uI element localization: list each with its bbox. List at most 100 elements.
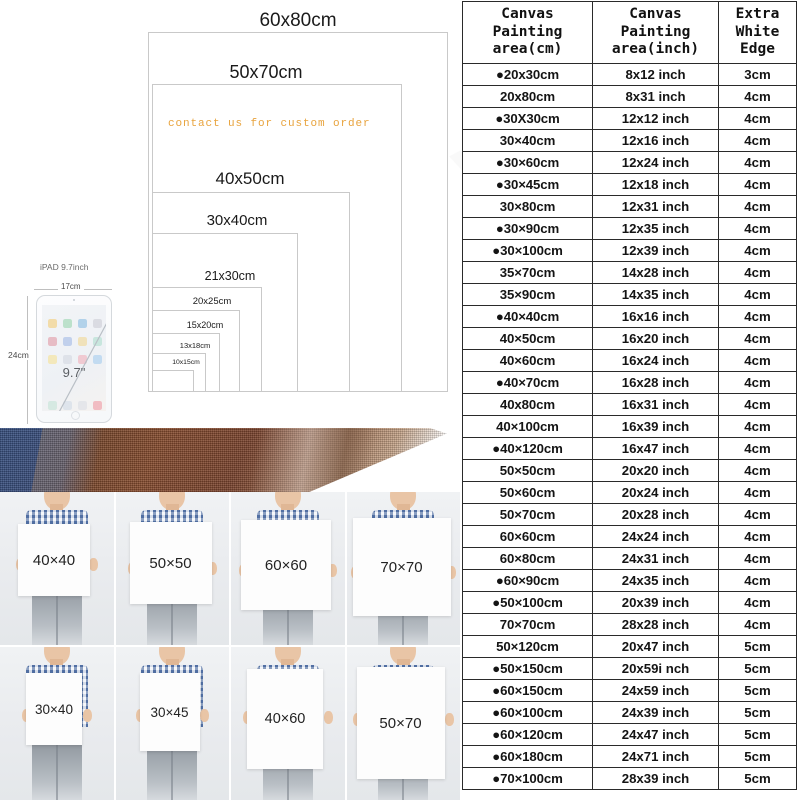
cell-size-inch: 24x35 inch	[592, 569, 719, 593]
canvas-texture-photo	[0, 428, 460, 496]
column-header-cm: Canvas Painting area(cm)	[462, 0, 593, 65]
cell-white-edge: 4cm	[718, 437, 797, 461]
cell-size-inch: 20x24 inch	[592, 481, 719, 505]
size-label-15x20: 15x20cm	[186, 320, 224, 330]
table-row[interactable]: 40×60cm 16x24 inch 4cm	[462, 349, 797, 373]
cell-size-inch: 20x47 inch	[592, 635, 719, 659]
photo-size-label: 40×60	[264, 711, 306, 727]
cell-white-edge: 4cm	[718, 349, 797, 373]
size-label-50x70: 50x70cm	[229, 62, 303, 82]
table-row[interactable]: ●30×100cm 12x39 inch 4cm	[462, 239, 797, 263]
cell-size-cm: 30×40cm	[462, 129, 593, 153]
table-row[interactable]: ●40×70cm 16x28 inch 4cm	[462, 371, 797, 395]
photo-size-label: 50×50	[149, 554, 192, 572]
column-header-edge: Extra White Edge	[718, 0, 797, 65]
cell-size-inch: 12x16 inch	[592, 129, 719, 153]
table-row[interactable]: 40x80cm 16x31 inch 4cm	[462, 393, 797, 417]
cell-size-inch: 28x28 inch	[592, 613, 719, 637]
table-row[interactable]: 70×70cm 28x28 inch 4cm	[462, 613, 797, 637]
cell-size-cm: 20x80cm	[462, 85, 593, 109]
left-illustration-panel: 60x80cm 50x70cm 40x50cm 30x40cm 21x30cm …	[0, 0, 460, 800]
table-row[interactable]: ●40×120cm 16x47 inch 4cm	[462, 437, 797, 461]
table-row[interactable]: ●60×90cm 24x35 inch 4cm	[462, 569, 797, 593]
table-row[interactable]: 20x80cm 8x31 inch 4cm	[462, 85, 797, 109]
table-row[interactable]: ●40×40cm 16x16 inch 4cm	[462, 305, 797, 329]
cell-size-cm: 50×120cm	[462, 635, 593, 659]
cell-size-cm: ●20x30cm	[462, 63, 593, 87]
cell-size-cm: ●60×90cm	[462, 569, 593, 593]
table-row[interactable]: ●60×180cm 24x71 inch 5cm	[462, 745, 797, 769]
table-row[interactable]: 40×50cm 16x20 inch 4cm	[462, 327, 797, 351]
cell-size-inch: 16x28 inch	[592, 371, 719, 395]
photo-cell: 50×70	[346, 647, 460, 800]
photo-size-label: 60×60	[264, 556, 308, 574]
cell-size-cm: ●40×40cm	[462, 305, 593, 329]
cell-size-inch: 24x47 inch	[592, 723, 719, 747]
table-row[interactable]: ●60×100cm 24x39 inch 5cm	[462, 701, 797, 725]
table-row[interactable]: ●70×100cm 28x39 inch 5cm	[462, 767, 797, 791]
table-row[interactable]: ●50×150cm 20x59i nch 5cm	[462, 657, 797, 681]
cell-size-inch: 24x31 inch	[592, 547, 719, 571]
cell-white-edge: 4cm	[718, 217, 797, 241]
table-row[interactable]: 60×80cm 24x31 inch 4cm	[462, 547, 797, 571]
cell-size-inch: 24x59 inch	[592, 679, 719, 703]
photo-size-label: 40×40	[32, 551, 76, 569]
table-row[interactable]: 50×60cm 20x24 inch 4cm	[462, 481, 797, 505]
cell-size-inch: 14x28 inch	[592, 261, 719, 285]
cell-size-inch: 20x20 inch	[592, 459, 719, 483]
cell-size-inch: 16x20 inch	[592, 327, 719, 351]
table-row[interactable]: ●30X30cm 12x12 inch 4cm	[462, 107, 797, 131]
table-row[interactable]: 50×50cm 20x20 inch 4cm	[462, 459, 797, 483]
cell-white-edge: 4cm	[718, 569, 797, 593]
size-chart-table: Canvas Painting area(cm) Canvas Painting…	[462, 0, 797, 791]
ipad-height-dimension-line	[27, 296, 28, 424]
table-row[interactable]: 35×70cm 14x28 inch 4cm	[462, 261, 797, 285]
ipad-screen: 9.7"	[42, 305, 106, 411]
table-row[interactable]: ●20x30cm 8x12 inch 3cm	[462, 63, 797, 87]
column-header-inch: Canvas Painting area(inch)	[592, 0, 719, 65]
cell-size-cm: 40x80cm	[462, 393, 593, 417]
cell-white-edge: 5cm	[718, 657, 797, 681]
ipad-home-button	[70, 411, 80, 420]
table-row[interactable]: 35×90cm 14x35 inch 4cm	[462, 283, 797, 307]
table-row[interactable]: ●30×45cm 12x18 inch 4cm	[462, 173, 797, 197]
table-row[interactable]: ●30×60cm 12x24 inch 4cm	[462, 151, 797, 175]
cell-size-inch: 16x24 inch	[592, 349, 719, 373]
cell-white-edge: 5cm	[718, 679, 797, 703]
table-row[interactable]: 30×40cm 12x16 inch 4cm	[462, 129, 797, 153]
table-row[interactable]: ●50×100cm 20x39 inch 4cm	[462, 591, 797, 615]
photo-cell: 60×60	[231, 492, 345, 645]
cell-size-inch: 16x39 inch	[592, 415, 719, 439]
cell-white-edge: 5cm	[718, 635, 797, 659]
photo-cell: 30×45	[115, 647, 229, 800]
cell-white-edge: 4cm	[718, 129, 797, 153]
table-row[interactable]: ●60×120cm 24x47 inch 5cm	[462, 723, 797, 747]
cell-size-inch: 12x24 inch	[592, 151, 719, 175]
cell-size-inch: 24x24 inch	[592, 525, 719, 549]
photo-cell: 30×40	[0, 647, 114, 800]
cell-size-cm: 50×70cm	[462, 503, 593, 527]
cell-size-inch: 8x31 inch	[592, 85, 719, 109]
cell-size-inch: 20x39 inch	[592, 591, 719, 615]
table-row[interactable]: 50×70cm 20x28 inch 4cm	[462, 503, 797, 527]
custom-order-note: contact us for custom order	[168, 118, 371, 130]
table-header-row: Canvas Painting area(cm) Canvas Painting…	[462, 0, 797, 65]
cell-size-cm: ●30×90cm	[462, 217, 593, 241]
cell-white-edge: 4cm	[718, 173, 797, 197]
table-row[interactable]: ●30×90cm 12x35 inch 4cm	[462, 217, 797, 241]
table-row[interactable]: 50×120cm 20x47 inch 5cm	[462, 635, 797, 659]
cell-white-edge: 4cm	[718, 481, 797, 505]
size-label-10x15: 10x15cm	[172, 359, 200, 366]
photo-cell: 40×60	[231, 647, 345, 800]
cell-white-edge: 5cm	[718, 745, 797, 769]
table-row[interactable]: 40×100cm 16x39 inch 4cm	[462, 415, 797, 439]
ipad-reference-illustration: iPAD 9.7inch 17cm 24cm 9.7"	[6, 262, 136, 427]
cell-white-edge: 4cm	[718, 239, 797, 263]
table-row[interactable]: 30×80cm 12x31 inch 4cm	[462, 195, 797, 219]
ipad-device-body: 9.7"	[36, 295, 112, 423]
cell-size-inch: 8x12 inch	[592, 63, 719, 87]
cell-size-cm: ●30×45cm	[462, 173, 593, 197]
table-row[interactable]: 60×60cm 24x24 inch 4cm	[462, 525, 797, 549]
cell-size-cm: 50×50cm	[462, 459, 593, 483]
table-row[interactable]: ●60×150cm 24x59 inch 5cm	[462, 679, 797, 703]
